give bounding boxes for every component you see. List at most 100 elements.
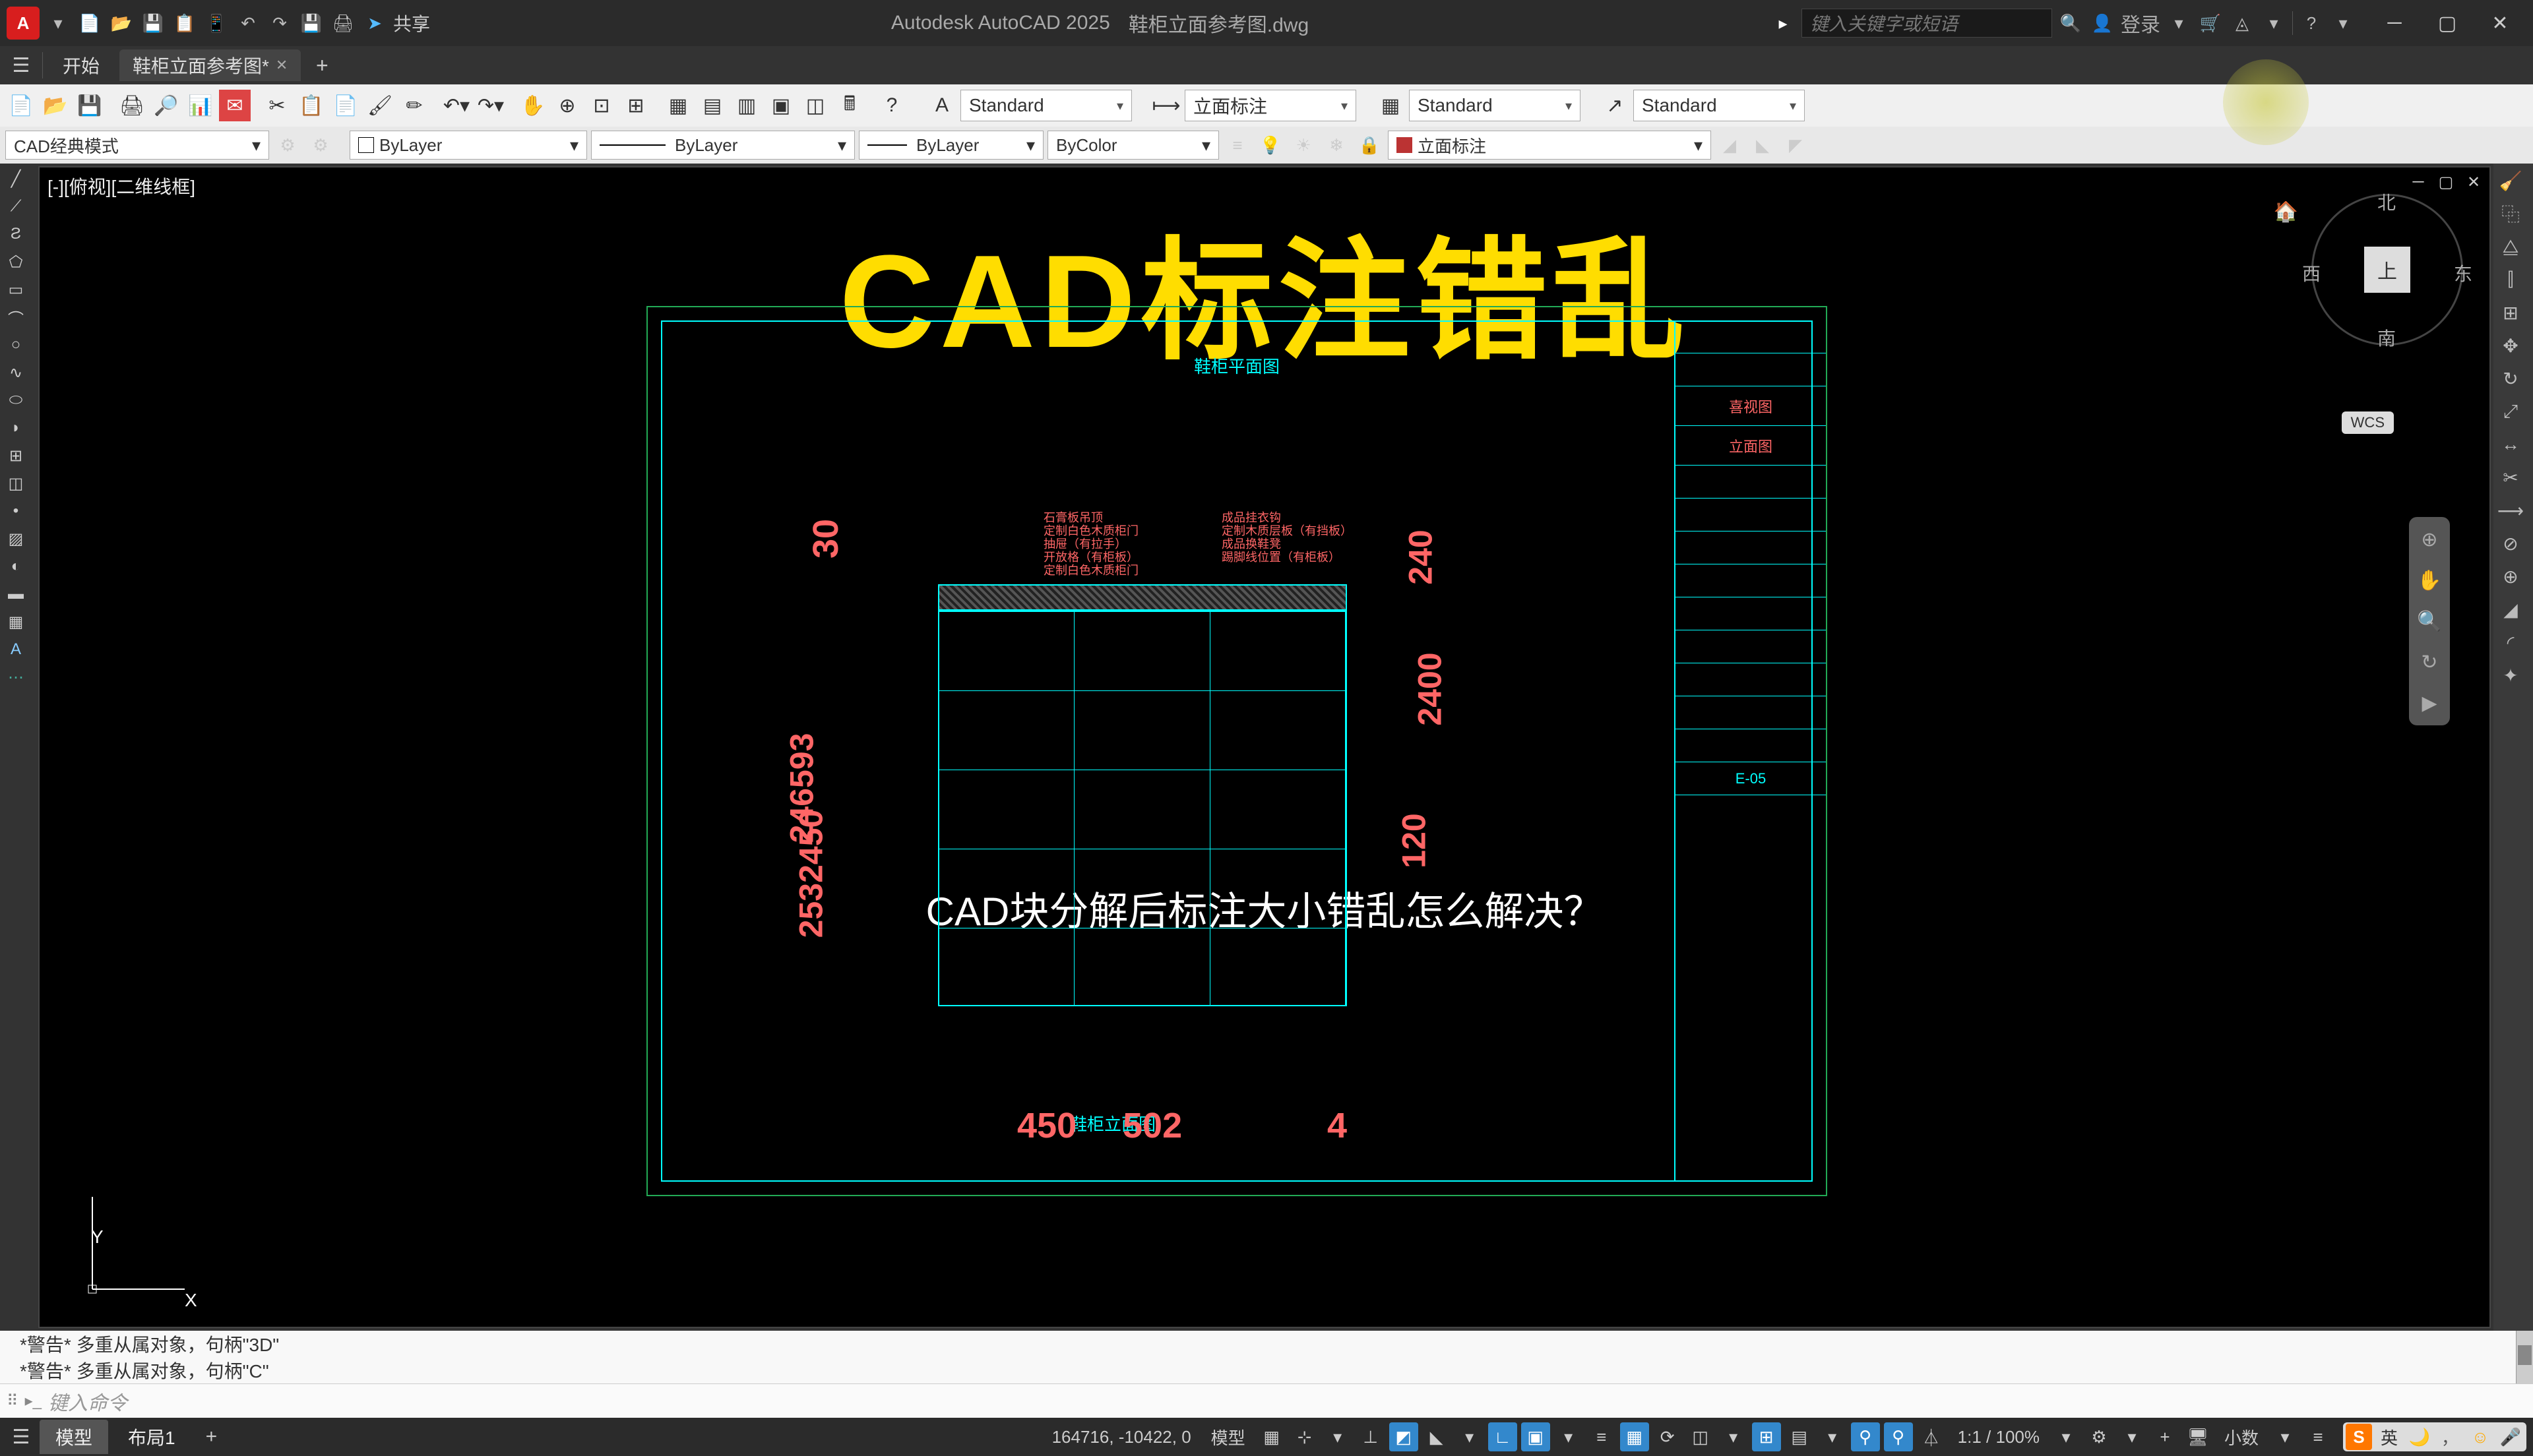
redo2-icon[interactable]: ↷▾ [475,90,507,121]
dd9-icon[interactable]: ▾ [2051,1422,2080,1451]
rotate-tool[interactable]: ↻ [2493,364,2528,393]
zoom-icon[interactable]: ⊕ [551,90,583,121]
units-label[interactable]: 小数 [2216,1425,2267,1449]
undo-icon[interactable]: ↶ [235,10,261,36]
transp-icon[interactable]: ▦ [1620,1422,1649,1451]
sheet-icon[interactable]: ▤ [697,90,728,121]
save-icon[interactable]: 💾 [140,10,166,36]
open-doc-icon[interactable]: 📂 [40,90,71,121]
dd2-icon[interactable]: ▾ [2166,10,2192,36]
block-icon[interactable]: ▣ [765,90,797,121]
new-icon[interactable]: 📄 [77,10,103,36]
layerfilter3-icon[interactable]: ◤ [1781,131,1810,160]
brush-icon[interactable]: ✏ [398,90,430,121]
cart-icon[interactable]: 🛒 [2197,10,2224,36]
extend-tool[interactable]: ⟶ [2493,496,2528,525]
lw-icon[interactable]: ≡ [1587,1422,1616,1451]
maximize-button[interactable]: ▢ [2434,10,2460,36]
arc-tool[interactable]: ⌒ [0,305,32,330]
paste-icon[interactable]: 📄 [330,90,361,121]
insert-tool[interactable]: ⊞ [0,443,32,468]
cmd-grip-icon[interactable]: ⠿ [7,1391,18,1410]
command-line[interactable]: ⠿ ▸_ 键入命令 [0,1383,2533,1418]
start-tab[interactable]: 开始 [49,49,113,81]
home-icon[interactable]: 🏠 [2274,200,2298,224]
offset-tool[interactable]: ⫿ [2493,265,2528,294]
extras-tool[interactable]: ⋯ [0,665,32,690]
table-style-dropdown[interactable]: Standard▾ [1409,90,1580,121]
rect-tool[interactable]: ▭ [0,277,32,302]
layerfilter1-icon[interactable]: ◢ [1715,131,1744,160]
undo2-icon[interactable]: ↶▾ [441,90,472,121]
ime-mic-icon[interactable]: 🎤 [2497,1424,2524,1450]
chamfer-tool[interactable]: ◢ [2493,595,2528,624]
lineweight-dropdown[interactable]: ByLayer▾ [859,131,1044,160]
workspace-dropdown[interactable]: CAD经典模式▾ [5,131,269,160]
cut-icon[interactable]: ✂ [261,90,293,121]
vp-close-icon[interactable]: ✕ [2460,170,2487,194]
vp-min-icon[interactable]: ─ [2405,170,2431,194]
scale-tool[interactable]: ⤢ [2493,397,2528,426]
point-tool[interactable]: • [0,499,32,524]
save2-icon[interactable]: 💾 [298,10,325,36]
minimize-button[interactable]: ─ [2381,10,2408,36]
print1-icon[interactable]: 🖨 [116,90,148,121]
dd6-icon[interactable]: ▾ [1554,1422,1583,1451]
zoomwin-icon[interactable]: ⊡ [586,90,617,121]
plus-sb-icon[interactable]: + [2150,1422,2179,1451]
sun-icon[interactable]: ☀ [1289,131,1318,160]
pan2-icon[interactable]: ✋ [2412,563,2447,597]
iso-icon[interactable]: ◣ [1422,1422,1451,1451]
light-icon[interactable]: 💡 [1256,131,1285,160]
drawing-canvas[interactable]: [-][俯视][二维线框] ─ ▢ ✕ CAD标注错乱 CAD块分解后标注大小错… [38,166,2491,1328]
close-button[interactable]: ✕ [2487,10,2513,36]
saveas-icon[interactable]: 📋 [172,10,198,36]
osnap3d-icon[interactable]: ▣ [1521,1422,1550,1451]
gradient-tool[interactable]: ◐ [0,554,32,579]
join-tool[interactable]: ⊕ [2493,562,2528,591]
add-layout-button[interactable]: + [195,1426,228,1448]
array-tool[interactable]: ⊞ [2493,298,2528,327]
layermgr-icon[interactable]: ≡ [1223,131,1252,160]
current-doc-tab[interactable]: 鞋柜立面参考图* ✕ [119,49,301,81]
publish-icon[interactable]: ✉ [219,90,251,121]
mirror-tool[interactable]: ⧋ [2493,232,2528,261]
plot-icon[interactable]: 📊 [185,90,216,121]
osnap-icon[interactable]: ∟ [1488,1422,1517,1451]
ime-emoji-icon[interactable]: ☺ [2467,1424,2493,1450]
sb-menu-icon[interactable]: ☰ [7,1422,36,1451]
dropdown-sb-icon[interactable]: ▾ [1323,1422,1352,1451]
calc-icon[interactable]: 🖩 [834,90,865,121]
model-tab[interactable]: 模型 [40,1420,108,1454]
help-icon[interactable]: ? [2298,10,2325,36]
tab-close-icon[interactable]: ✕ [276,57,288,74]
circle-tool[interactable]: ○ [0,332,32,357]
polar-icon[interactable]: ◩ [1389,1422,1418,1451]
share-label[interactable]: 共享 [393,10,430,36]
snap-icon[interactable]: ⊹ [1290,1422,1319,1451]
am-icon[interactable]: ⚲ [1884,1422,1913,1451]
print-icon[interactable]: 🖨 [330,10,356,36]
linetype-dropdown[interactable]: ByLayer▾ [591,131,855,160]
break-tool[interactable]: ⊘ [2493,529,2528,558]
view-label[interactable]: [-][俯视][二维线框] [47,173,195,199]
open-icon[interactable]: 📂 [108,10,135,36]
dyn-icon[interactable]: ⊞ [1752,1422,1781,1451]
ray-tool[interactable]: ⟋ [0,194,32,219]
layer-dropdown[interactable]: ByLayer▾ [350,131,587,160]
vp-max-icon[interactable]: ▢ [2433,170,2459,194]
orbit-icon[interactable]: ↻ [2412,645,2447,679]
line-tool[interactable]: ╱ [0,166,32,191]
trim-tool[interactable]: ✂ [2493,463,2528,492]
search-icon[interactable]: 🔍 [2057,10,2084,36]
zoomext-icon[interactable]: ⊞ [620,90,652,121]
qp-icon[interactable]: ▤ [1785,1422,1814,1451]
user-icon[interactable]: 👤 [2089,10,2115,36]
scale-label[interactable]: 1:1 / 100% [1950,1427,2048,1447]
space-label[interactable]: 模型 [1203,1425,1253,1449]
dd3-icon[interactable]: ▾ [2261,10,2287,36]
block-tool[interactable]: ◫ [0,471,32,496]
cmd-input[interactable]: 键入命令 [48,1387,2526,1416]
dd11-icon[interactable]: ▾ [2270,1422,2299,1451]
dd8-icon[interactable]: ▾ [1818,1422,1847,1451]
